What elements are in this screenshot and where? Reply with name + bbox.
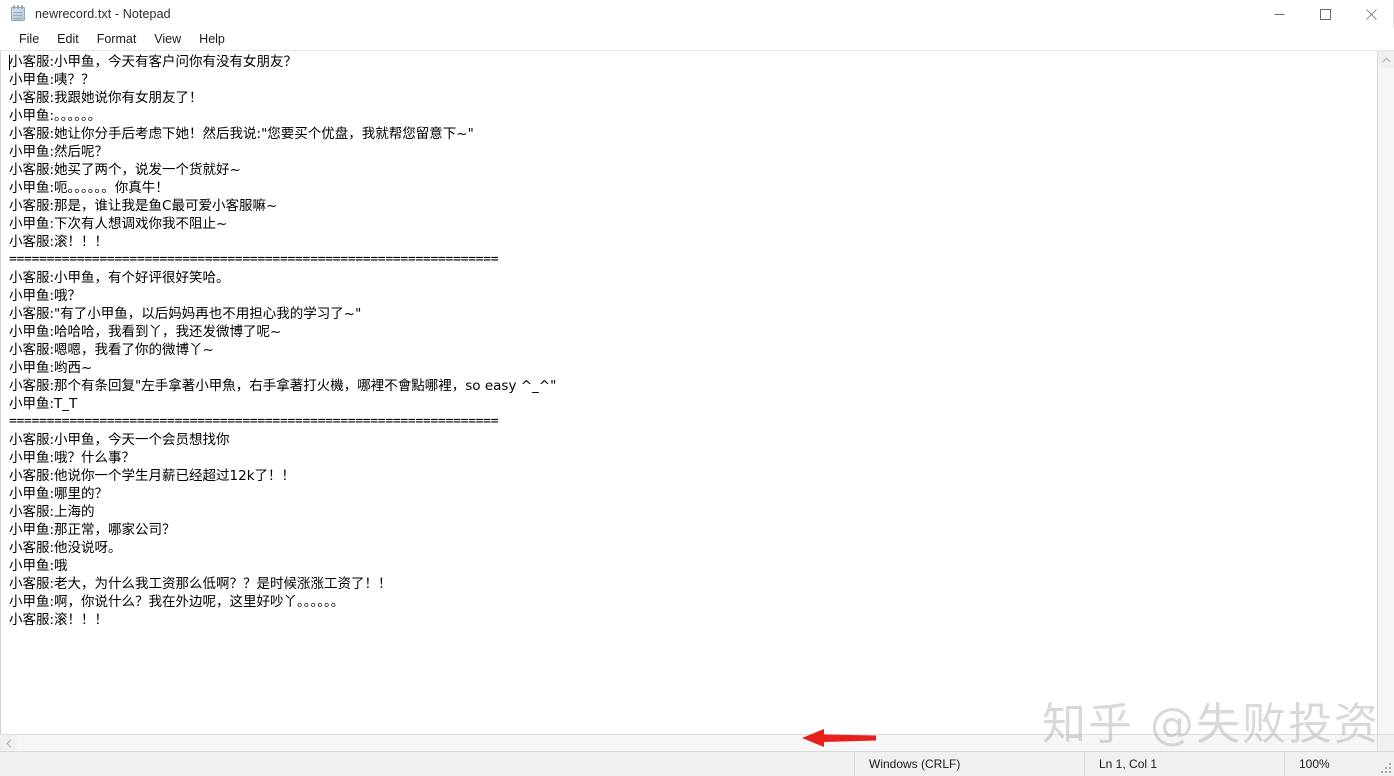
text-line: 小客服:小甲鱼，今天有客户问你有没有女朋友？ [9,54,298,70]
text-line: 小甲鱼:那正常，哪家公司？ [9,522,176,538]
maximize-button[interactable] [1302,0,1348,28]
text-line: 小客服:老大，为什么我工资那么低啊？？是时候涨涨工资了！！ [9,576,392,592]
status-zoom-label: 100% [1299,757,1330,771]
menu-bar: File Edit Format View Help [0,28,1394,50]
text-line: 小甲鱼:。。。。。。 [9,108,102,124]
text-line: 小客服:那是，谁让我是鱼C最可爱小客服嘛~ [9,198,278,214]
scroll-up-button[interactable] [1378,51,1394,68]
menu-item-help[interactable]: Help [190,30,234,48]
text-line: 小客服:他说你一个学生月薪已经超过12k了！！ [9,468,296,484]
text-caret [9,55,10,70]
status-bar-spacer [0,752,854,776]
text-line: 小客服:上海的 [9,504,95,520]
scrollbar-corner [1377,735,1394,751]
scroll-left-button[interactable] [0,735,17,751]
close-icon [1365,8,1377,20]
text-line: 小甲鱼:咦？？ [9,72,95,88]
text-line: 小客服:她让你分手后考虑下她！然后我说:"您要买个优盘，我就帮您留意下~" [9,126,474,142]
menu-item-file[interactable]: File [10,30,48,48]
text-line: 小甲鱼:哦？ [9,288,82,304]
text-line: 小甲鱼:哦？什么事？ [9,450,136,466]
status-bar: Windows (CRLF) Ln 1, Col 1 100% [0,751,1394,776]
menu-item-format[interactable]: Format [88,30,146,48]
horizontal-scrollbar[interactable] [0,734,1394,751]
text-line: 小客服:滚！！！ [9,612,109,628]
maximize-icon [1319,8,1331,20]
status-cursor-position[interactable]: Ln 1, Col 1 [1084,752,1284,776]
notepad-window: newrecord.txt - Notepad File Edit Format… [0,0,1394,776]
status-resize-grip[interactable] [1374,752,1394,776]
text-line: 小客服:"有了小甲鱼，以后妈妈再也不用担心我的学习了~" [9,306,362,322]
text-line: 小客服:滚！！！ [9,234,109,250]
text-line: 小甲鱼:哪里的？ [9,486,109,502]
title-bar: newrecord.txt - Notepad [0,0,1394,28]
vertical-scroll-track[interactable] [1378,68,1394,734]
notepad-icon [10,5,27,22]
window-title: newrecord.txt - Notepad [35,6,171,21]
resize-grip-icon [1381,763,1391,773]
horizontal-scroll-track[interactable] [17,735,1377,751]
text-line: 小客服:小甲鱼，今天一个会员想找你 [9,432,230,448]
text-line: 小甲鱼:T_T [9,396,78,412]
text-line: ========================================… [9,252,499,267]
chevron-up-icon [1381,56,1391,62]
text-line: 小客服:嗯嗯，我看了你的微博丫~ [9,342,214,358]
text-line: 小甲鱼:哦 [9,558,68,574]
editor-region: 小客服:小甲鱼，今天有客户问你有没有女朋友？ 小甲鱼:咦？？ 小客服:我跟她说你有女… [0,50,1394,734]
title-bar-left: newrecord.txt - Notepad [0,5,171,22]
text-line: 小客服:那个有条回复"左手拿著小甲魚，右手拿著打火機，哪裡不會點哪裡，so ea… [9,378,557,394]
text-line: 小甲鱼:然后呢？ [9,144,109,160]
text-line: ========================================… [9,414,499,429]
window-controls [1256,0,1394,28]
text-line: 小甲鱼:呃。。。。。。你真牛！ [9,180,169,196]
text-line: 小客服:他没说呀。 [9,540,122,556]
status-zoom[interactable]: 100% [1284,752,1374,776]
vertical-scrollbar[interactable] [1377,51,1394,734]
text-line: 小客服:她买了两个，说发一个货就好~ [9,162,241,178]
text-line: 小甲鱼:下次有人想调戏你我不阻止~ [9,216,228,232]
text-line: 小客服:我跟她说你有女朋友了！ [9,90,203,106]
chevron-left-icon [5,738,11,748]
text-editor[interactable]: 小客服:小甲鱼，今天有客户问你有没有女朋友？ 小甲鱼:咦？？ 小客服:我跟她说你有女… [0,51,1377,734]
minimize-button[interactable] [1256,0,1302,28]
close-button[interactable] [1348,0,1394,28]
text-line: 小甲鱼:啊，你说什么？我在外边呢，这里好吵丫。。。。。。 [9,594,345,610]
menu-item-view[interactable]: View [145,30,190,48]
text-line: 小客服:小甲鱼，有个好评很好笑哈。 [9,270,230,286]
status-cursor-position-label: Ln 1, Col 1 [1099,757,1158,771]
text-line: 小甲鱼:哟西~ [9,360,93,376]
status-line-ending[interactable]: Windows (CRLF) [854,752,1084,776]
status-line-ending-label: Windows (CRLF) [869,757,961,771]
menu-item-edit[interactable]: Edit [48,30,88,48]
text-line: 小甲鱼:哈哈哈，我看到丫，我还发微博了呢~ [9,324,282,340]
minimize-icon [1274,13,1284,15]
